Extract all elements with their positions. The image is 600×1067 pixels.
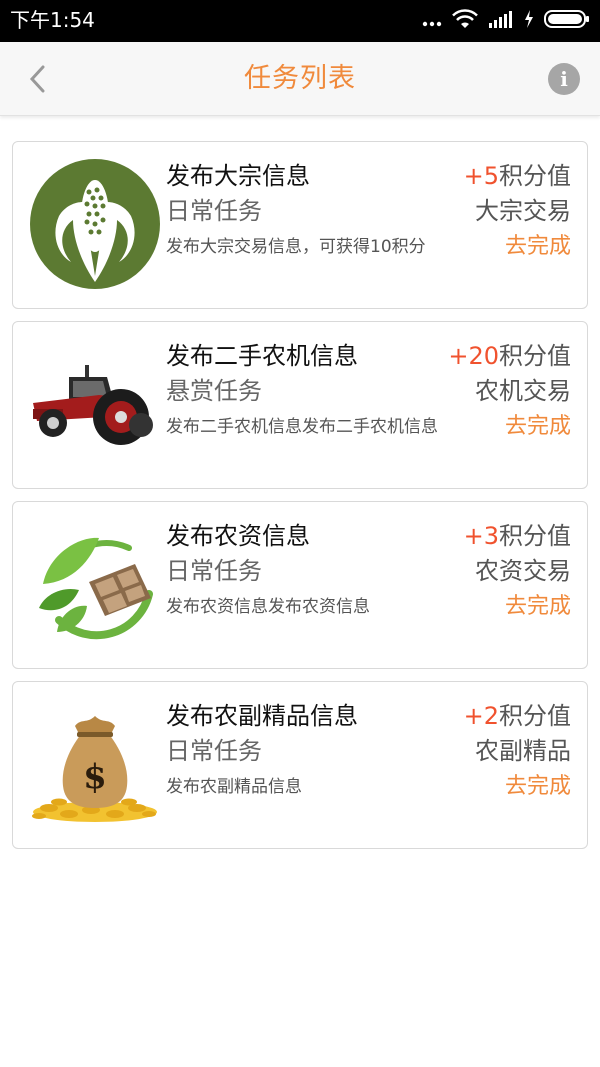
task-type: 悬赏任务 [166,377,262,405]
status-icons [422,8,590,34]
battery-icon [544,9,590,33]
leaf-seed-icon [27,516,163,652]
points-unit: 积分值 [499,162,571,190]
task-description: 发布农资信息发布农资信息 [166,597,370,617]
task-points: +5积分值 [464,160,571,192]
points-value: +3 [463,522,499,550]
page-title: 任务列表 [244,63,356,94]
task-name: 发布农副精品信息 [166,702,358,730]
task-name: 发布二手农机信息 [166,342,358,370]
complete-task-link[interactable]: 去完成 [505,592,571,622]
complete-task-link[interactable]: 去完成 [505,772,571,802]
task-card[interactable]: $ 发布农副精品信息 日常任务 发布农副精品信息 +2积分值 农副精品 去完成 [12,681,588,849]
task-name: 发布农资信息 [166,522,310,550]
task-description: 发布农副精品信息 [166,777,302,797]
status-time: 下午1:54 [10,8,95,32]
points-value: +20 [448,342,499,370]
task-points: +2积分值 [464,700,571,732]
points-value: +5 [463,162,499,190]
points-unit: 积分值 [499,342,571,370]
task-category: 农资交易 [475,557,571,585]
info-button[interactable]: i [548,63,580,95]
signal-icon [488,9,514,33]
task-name: 发布大宗信息 [166,162,310,190]
svg-text:$: $ [83,757,107,797]
task-card[interactable]: 发布农资信息 日常任务 发布农资信息发布农资信息 +3积分值 农资交易 去完成 [12,501,588,669]
points-unit: 积分值 [499,522,571,550]
task-list: 发布大宗信息 日常任务 发布大宗交易信息，可获得10积分 +5积分值 大宗交易 … [12,141,588,861]
complete-task-link[interactable]: 去完成 [505,232,571,262]
task-description: 发布二手农机信息发布二手农机信息 [166,417,438,437]
task-category: 农副精品 [475,737,571,765]
task-points: +3积分值 [464,520,571,552]
status-bar: 下午1:54 [0,0,600,42]
task-description: 发布大宗交易信息，可获得10积分 [166,237,426,257]
task-card[interactable]: 发布大宗信息 日常任务 发布大宗交易信息，可获得10积分 +5积分值 大宗交易 … [12,141,588,309]
task-points: +20积分值 [448,340,571,372]
tractor-icon [27,336,163,472]
app-header: 任务列表 i [0,42,600,116]
task-category: 农机交易 [475,377,571,405]
task-type: 日常任务 [166,737,262,765]
points-unit: 积分值 [499,702,571,730]
task-card[interactable]: 发布二手农机信息 悬赏任务 发布二手农机信息发布二手农机信息 +20积分值 农机… [12,321,588,489]
corn-icon [27,156,163,292]
complete-task-link[interactable]: 去完成 [505,412,571,442]
charging-icon [524,9,534,33]
money-bag-icon: $ [27,696,163,832]
task-type: 日常任务 [166,557,262,585]
task-category: 大宗交易 [475,197,571,225]
more-dots-icon [422,12,442,31]
task-type: 日常任务 [166,197,262,225]
wifi-icon [452,9,478,33]
points-value: +2 [463,702,499,730]
